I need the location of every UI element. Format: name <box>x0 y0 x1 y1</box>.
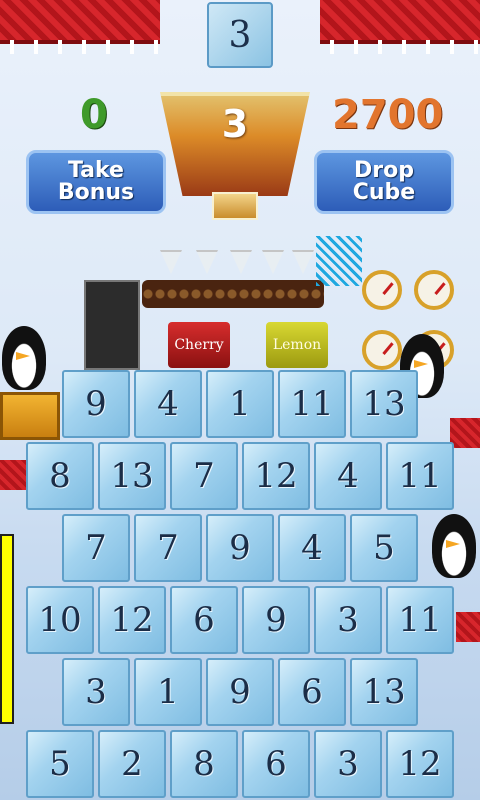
number-cube[interactable]: 7 <box>170 442 238 510</box>
icicles-left <box>0 40 160 54</box>
total-score: 2700 <box>332 92 444 138</box>
spring-icon <box>316 236 362 286</box>
icicles-right <box>320 40 480 54</box>
number-cube[interactable]: 3 <box>314 730 382 798</box>
number-cube[interactable]: 9 <box>206 658 274 726</box>
lemon-can: Lemon <box>266 322 328 368</box>
number-cube[interactable]: 1 <box>134 658 202 726</box>
number-cube[interactable]: 13 <box>98 442 166 510</box>
number-cube[interactable]: 1 <box>206 370 274 438</box>
number-cube[interactable]: 11 <box>278 370 346 438</box>
number-cube[interactable]: 3 <box>62 658 130 726</box>
number-cube[interactable]: 4 <box>314 442 382 510</box>
timer-bar <box>0 534 14 724</box>
number-cube[interactable]: 8 <box>170 730 238 798</box>
glass-counter: 3 <box>221 102 249 146</box>
number-cube[interactable]: 13 <box>350 370 418 438</box>
number-cube[interactable]: 12 <box>98 586 166 654</box>
next-drop-cube: 3 <box>207 2 273 68</box>
number-cube[interactable]: 7 <box>134 514 202 582</box>
number-cube[interactable]: 5 <box>350 514 418 582</box>
ice-shard-icon <box>160 250 182 274</box>
hopper <box>84 280 140 370</box>
number-cube[interactable]: 10 <box>26 586 94 654</box>
number-cube[interactable]: 8 <box>26 442 94 510</box>
glass-stem <box>212 192 258 220</box>
girder-right <box>320 0 480 44</box>
ice-shard-icon <box>196 250 218 274</box>
number-cube[interactable]: 6 <box>170 586 238 654</box>
number-cube[interactable]: 11 <box>386 586 454 654</box>
ice-shard-icon <box>292 250 314 274</box>
number-cube[interactable]: 6 <box>242 730 310 798</box>
girder-piece <box>456 612 480 642</box>
gauge-icon <box>362 270 402 310</box>
penguin-icon <box>2 326 46 390</box>
number-cube[interactable]: 3 <box>314 586 382 654</box>
number-cube[interactable]: 9 <box>242 586 310 654</box>
number-cube[interactable]: 7 <box>62 514 130 582</box>
bonus-score: 0 <box>80 92 108 138</box>
number-cube[interactable]: 6 <box>278 658 346 726</box>
conveyor-belt <box>142 280 324 308</box>
ice-shard-icon <box>262 250 284 274</box>
gauge-icon <box>414 270 454 310</box>
number-cube[interactable]: 9 <box>62 370 130 438</box>
number-cube[interactable]: 4 <box>134 370 202 438</box>
take-bonus-button[interactable]: Take Bonus <box>26 150 166 214</box>
gauge-icon <box>362 330 402 370</box>
number-cube[interactable]: 5 <box>26 730 94 798</box>
number-cube[interactable]: 4 <box>278 514 346 582</box>
number-cube[interactable]: 11 <box>386 442 454 510</box>
number-cube[interactable]: 12 <box>386 730 454 798</box>
number-cube[interactable]: 13 <box>350 658 418 726</box>
penguin-icon <box>432 514 476 578</box>
cocktail-glass: 3 <box>160 92 310 232</box>
number-cube[interactable]: 2 <box>98 730 166 798</box>
girder-piece <box>450 418 480 448</box>
number-cube[interactable]: 9 <box>206 514 274 582</box>
crate-block <box>0 392 60 440</box>
ice-machine: Cherry Lemon <box>84 236 364 370</box>
drop-cube-button[interactable]: Drop Cube <box>314 150 454 214</box>
girder-left <box>0 0 160 44</box>
cherry-can: Cherry <box>168 322 230 368</box>
number-cube[interactable]: 12 <box>242 442 310 510</box>
ice-shard-icon <box>230 250 252 274</box>
